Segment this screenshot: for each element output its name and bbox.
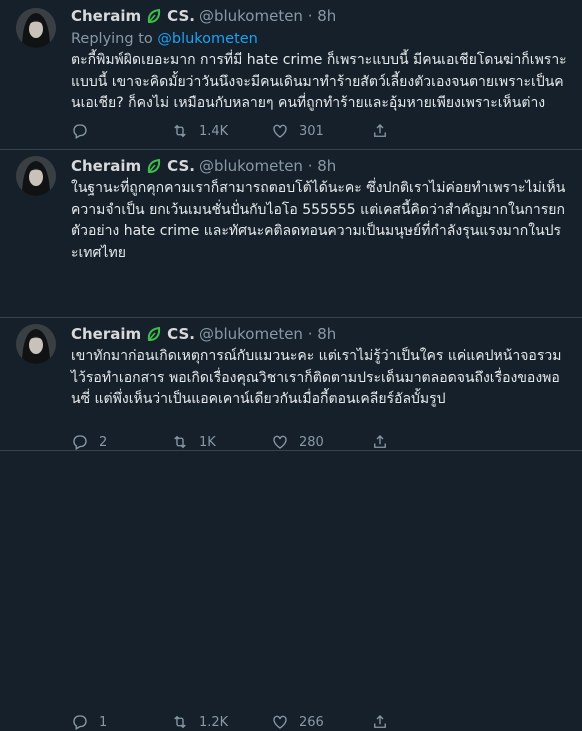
share-button[interactable] — [371, 713, 401, 731]
like-count: 301 — [299, 123, 324, 139]
tweet-text: ตะกี้พิมพ์ผิดเยอะมาก การที่มี hate crime… — [71, 52, 567, 111]
share-icon — [374, 715, 386, 728]
replying-to: Replying to @blukometen — [71, 31, 568, 47]
dot-separator: · — [302, 157, 318, 175]
heart-icon — [273, 124, 287, 138]
tweet-header: Cheraim CS. @blukometen · 8h — [71, 6, 568, 26]
tweet-header: Cheraim CS. @blukometen · 8h — [71, 156, 568, 176]
leaf-icon — [147, 158, 161, 173]
heart-icon — [273, 715, 287, 729]
share-icon — [374, 124, 386, 137]
share-button[interactable] — [371, 122, 401, 140]
tweet[interactable]: Cheraim CS. @blukometen · 8h เขาทักมาก่อ… — [0, 318, 582, 730]
display-name-suffix: CS. — [167, 325, 195, 343]
reply-icon — [73, 124, 87, 139]
retweet-button[interactable]: 1.2K — [171, 713, 271, 731]
reply-icon — [73, 715, 87, 730]
leaf-icon — [147, 326, 161, 341]
display-name[interactable]: Cheraim — [71, 157, 141, 175]
replying-to-label: Replying to — [71, 31, 153, 47]
dot-separator: · — [302, 7, 318, 25]
reply-button[interactable]: 1 — [71, 713, 171, 731]
handle[interactable]: @blukometen — [199, 325, 303, 343]
leaf-icon — [147, 8, 161, 23]
like-button[interactable]: 301 — [271, 122, 371, 140]
avatar[interactable] — [16, 8, 56, 48]
timestamp[interactable]: 8h — [317, 325, 336, 343]
retweet-count: 1.4K — [199, 123, 229, 139]
timestamp[interactable]: 8h — [317, 7, 336, 25]
reply-count: 1 — [99, 714, 108, 730]
avatar-image — [16, 156, 56, 196]
dot-separator: · — [302, 325, 318, 343]
like-count: 266 — [299, 714, 324, 730]
display-name-suffix: CS. — [167, 157, 195, 175]
reply-button[interactable] — [71, 122, 171, 140]
display-name[interactable]: Cheraim — [71, 325, 141, 343]
display-name[interactable]: Cheraim — [71, 7, 141, 25]
tweet-actions: 1 1.2K 266 — [71, 713, 401, 731]
handle[interactable]: @blukometen — [199, 7, 303, 25]
tweet-actions: 1.4K 301 — [71, 122, 401, 140]
handle[interactable]: @blukometen — [199, 157, 303, 175]
avatar[interactable] — [16, 324, 56, 364]
tweet[interactable]: Cheraim CS. @blukometen · 8h Replying to… — [0, 0, 582, 150]
tweet-text: ในฐานะที่ถูกคุกคามเราก็สามารถตอบโต้ได้นะ… — [71, 180, 566, 261]
retweet-button[interactable]: 1.4K — [171, 122, 271, 140]
tweet-text: เขาทักมาก่อนเกิดเหตุการณ์กับแมวนะคะ แต่เ… — [71, 348, 562, 407]
avatar-image — [16, 324, 56, 364]
retweet-count: 1.2K — [199, 714, 229, 730]
avatar[interactable] — [16, 156, 56, 196]
replying-to-handle[interactable]: @blukometen — [157, 31, 258, 47]
avatar-image — [16, 8, 56, 48]
retweet-icon — [174, 124, 186, 138]
like-button[interactable]: 266 — [271, 713, 371, 731]
timestamp[interactable]: 8h — [317, 157, 336, 175]
display-name-suffix: CS. — [167, 7, 195, 25]
retweet-icon — [174, 715, 186, 729]
tweet-header: Cheraim CS. @blukometen · 8h — [71, 324, 568, 344]
tweet[interactable]: Cheraim CS. @blukometen · 8h ในฐานะที่ถู… — [0, 150, 582, 450]
